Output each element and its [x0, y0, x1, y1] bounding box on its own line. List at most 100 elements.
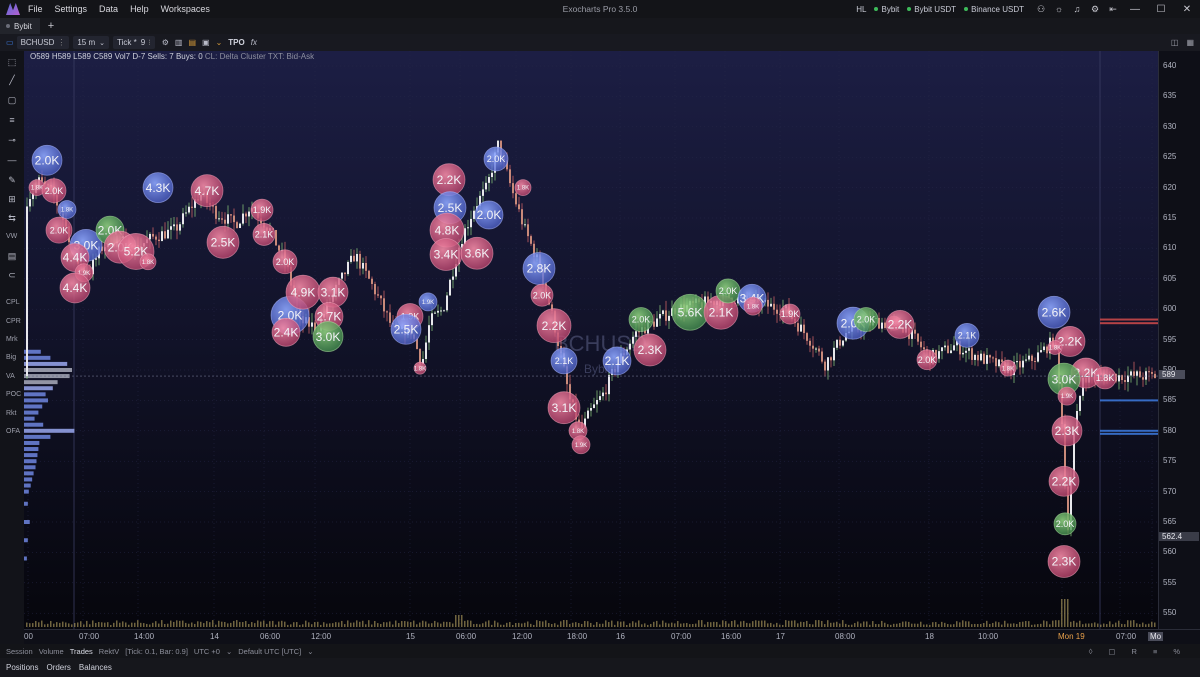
volume-bar: [995, 621, 997, 627]
tpo-button[interactable]: TPO: [228, 38, 244, 47]
sidebar-mrk[interactable]: Mrk: [6, 336, 18, 343]
chart-canvas[interactable]: BCHUSD Bybit 2.0K1.8K 2.0K1.8K2.0K3.0K2.0…: [24, 51, 1158, 629]
volume-bar: [497, 622, 499, 627]
camera-icon[interactable]: ◫: [1171, 38, 1179, 47]
volume-bar: [305, 620, 307, 627]
menu-workspaces[interactable]: Workspaces: [161, 4, 210, 14]
tab-session[interactable]: Session: [6, 647, 33, 656]
candle-body: [431, 313, 433, 326]
horizontal-ray-icon[interactable]: ⊸: [5, 134, 19, 146]
tab-orders[interactable]: Orders: [46, 663, 70, 672]
chevron-down-icon[interactable]: ⌄: [307, 647, 313, 656]
price-axis[interactable]: 6406356306256206156106056005955905855805…: [1158, 51, 1200, 639]
ruler-icon[interactable]: ⊞: [5, 193, 19, 205]
tick-selector[interactable]: Tick * 9 ⁝: [113, 36, 155, 49]
candle-body: [371, 278, 373, 284]
horizontal-line-icon[interactable]: —: [5, 154, 19, 166]
range-icon[interactable]: ⇆: [5, 212, 19, 224]
volume-bar: [149, 624, 151, 627]
tab-rektv[interactable]: RektV: [99, 647, 119, 656]
menu-file[interactable]: File: [28, 4, 43, 14]
feed-binance-usdt[interactable]: Binance USDT: [964, 5, 1024, 14]
timezone-selector[interactable]: Default UTC [UTC]: [238, 647, 301, 656]
brightness-icon[interactable]: ☼: [1050, 4, 1068, 14]
candle-body: [1043, 346, 1045, 351]
volume-bar: [431, 623, 433, 627]
formula-button[interactable]: fx: [251, 38, 257, 47]
feed-hl[interactable]: HL: [856, 5, 866, 14]
menu-help[interactable]: Help: [130, 4, 149, 14]
lock-icon[interactable]: ▢: [1108, 647, 1115, 656]
sidebar-cpr[interactable]: CPR: [6, 318, 21, 325]
add-tab-button[interactable]: +: [48, 20, 54, 32]
book-icon[interactable]: ▤: [5, 250, 19, 262]
log-scale-icon[interactable]: ≡: [1153, 647, 1157, 656]
tab-positions[interactable]: Positions: [6, 663, 38, 672]
vwap-label[interactable]: VW: [6, 233, 17, 240]
users-icon[interactable]: ⚇: [1032, 4, 1050, 15]
maximize-button[interactable]: ☐: [1148, 4, 1174, 15]
sidebar-rkt[interactable]: Rkt: [6, 410, 17, 417]
gear-icon[interactable]: ⚙: [162, 38, 169, 47]
bubble-label: 2.1K: [958, 330, 977, 340]
collapse-icon[interactable]: ⇤: [1104, 4, 1122, 15]
volume-bar: [383, 622, 385, 627]
volume-bar: [116, 620, 118, 627]
volume-bar: [833, 622, 835, 627]
minimize-button[interactable]: —: [1122, 4, 1148, 15]
line-icon[interactable]: ╱: [5, 74, 19, 86]
chevron-down-icon[interactable]: ⌄: [216, 38, 223, 47]
sidebar-ofa[interactable]: OFA: [6, 428, 20, 435]
sidebar-cpl[interactable]: CPL: [6, 299, 20, 306]
chevron-down-icon[interactable]: ⌄: [226, 647, 232, 656]
candle-body: [986, 355, 988, 364]
volume-bar: [863, 621, 865, 627]
candle-body: [515, 193, 517, 205]
feed-bybit-usdt[interactable]: Bybit USDT: [907, 5, 956, 14]
sidebar-poc[interactable]: POC: [6, 391, 21, 398]
menu-settings[interactable]: Settings: [55, 4, 88, 14]
chart-area[interactable]: BCHUSD Bybit 2.0K 1.8K 2.0K 1.8K 2.0K 3.0K 2.0…: [24, 51, 1158, 629]
volume-bar: [428, 623, 430, 627]
reset-icon[interactable]: R: [1132, 647, 1137, 656]
tab-volume[interactable]: Volume: [39, 647, 64, 656]
volume-bar: [581, 623, 583, 627]
sidebar-big[interactable]: Big: [6, 354, 16, 361]
rectangle-icon[interactable]: ▢: [5, 94, 19, 106]
volume-bar: [281, 620, 283, 627]
menu-data[interactable]: Data: [99, 4, 118, 14]
candle-body: [509, 169, 511, 184]
tab-trades[interactable]: Trades: [70, 647, 93, 656]
candle-body: [347, 261, 349, 275]
layout-icon[interactable]: ▦: [1186, 38, 1194, 47]
close-button[interactable]: ✕: [1174, 4, 1200, 15]
volume-bar: [644, 623, 646, 627]
candle-body: [1154, 373, 1156, 379]
volume-bar: [1052, 620, 1054, 627]
utc-offset[interactable]: UTC +0: [194, 647, 220, 656]
settings-icon[interactable]: ⚙: [1086, 4, 1104, 15]
price-tick: 610: [1163, 243, 1177, 253]
volume-bar: [602, 623, 604, 627]
profile-bar: [24, 477, 33, 482]
auto-scale-icon[interactable]: ◊: [1089, 647, 1093, 656]
select-icon[interactable]: ⬚: [5, 56, 19, 68]
magnet-icon[interactable]: ⊂: [5, 269, 19, 281]
candles-icon[interactable]: ▥: [175, 38, 183, 47]
time-axis[interactable]: 00 07:00 14:00 14 06:00 12:00 15 06:00 12:00 18:0…: [24, 629, 1200, 644]
timeframe-selector[interactable]: 15 m ⌄: [73, 36, 110, 49]
footprint-icon[interactable]: ▤: [188, 38, 196, 47]
volume-bar: [239, 621, 241, 627]
tab-bybit[interactable]: Bybit: [0, 18, 40, 34]
percent-icon[interactable]: %: [1173, 647, 1180, 656]
indicator-icon[interactable]: ▣: [202, 38, 210, 47]
brush-icon[interactable]: ✎: [5, 174, 19, 186]
symbol-selector[interactable]: BCHUSD ⋮: [16, 36, 70, 49]
bell-icon[interactable]: ♫: [1068, 4, 1086, 14]
tab-balances[interactable]: Balances: [79, 663, 112, 672]
volume-bar: [236, 620, 238, 627]
folder-icon[interactable]: ▭: [6, 38, 14, 47]
feed-bybit[interactable]: Bybit: [874, 5, 899, 14]
fib-icon[interactable]: ≡: [5, 114, 19, 126]
sidebar-va[interactable]: VA: [6, 373, 15, 380]
